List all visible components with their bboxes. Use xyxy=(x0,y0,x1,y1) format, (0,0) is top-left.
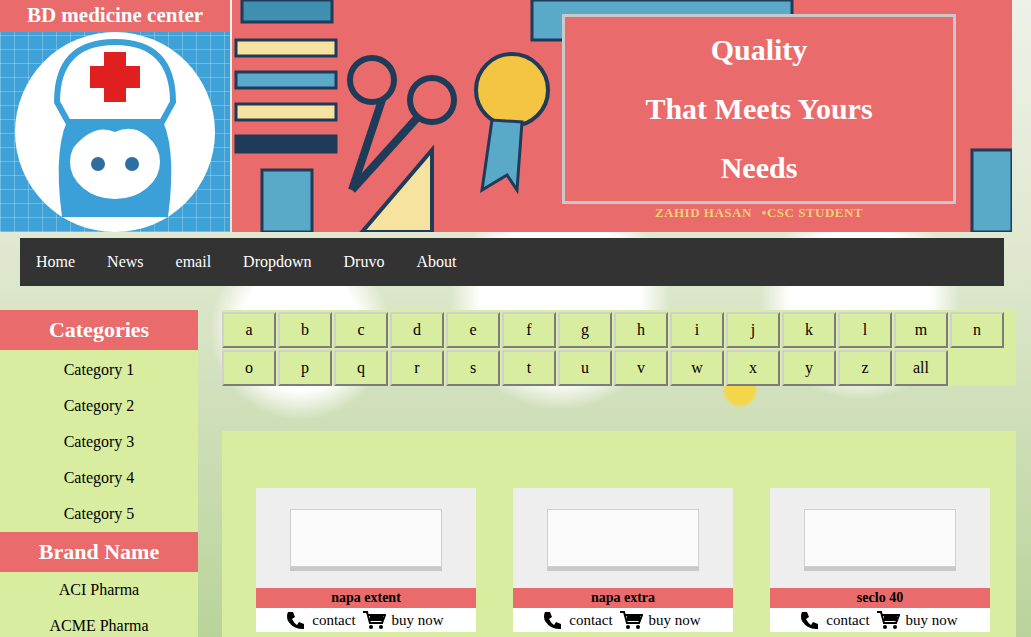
letter-button[interactable]: o xyxy=(222,350,276,386)
nav-bar: HomeNewsemailDropdownDruvoAbout xyxy=(20,238,1004,286)
categories-header: Categories xyxy=(0,310,198,350)
product-photo xyxy=(770,488,990,588)
letter-button[interactable]: f xyxy=(502,312,556,348)
product-name[interactable]: seclo 40 xyxy=(770,588,990,608)
product-name[interactable]: napa extent xyxy=(256,588,476,608)
category-item[interactable]: Category 2 xyxy=(0,388,198,424)
cart-icon xyxy=(876,610,900,630)
letter-button[interactable]: z xyxy=(838,350,892,386)
buy-link[interactable]: buy now xyxy=(392,612,444,629)
letter-button[interactable]: e xyxy=(446,312,500,348)
product-grid: napa extentcontactbuy nownapa extraconta… xyxy=(222,431,1016,637)
logo[interactable]: BD medicine center xyxy=(0,0,230,232)
letter-button[interactable]: l xyxy=(838,312,892,348)
author: ZAHID HASAN xyxy=(655,205,752,220)
product-name[interactable]: napa extra xyxy=(513,588,733,608)
letter-button[interactable]: w xyxy=(670,350,724,386)
phone-icon xyxy=(798,610,820,630)
cart-icon xyxy=(619,610,643,630)
product-box xyxy=(804,509,956,567)
nav-link[interactable]: email xyxy=(160,238,228,286)
letter-filter: abcdefghijklmn opqrstuvwxyzall xyxy=(222,310,1016,386)
product-photo xyxy=(513,488,733,588)
sidebar: CategoriesCategory 1Category 2Category 3… xyxy=(0,310,198,637)
letter-button[interactable]: d xyxy=(390,312,444,348)
brand-item[interactable]: ACME Pharma xyxy=(0,608,198,637)
product-actions: contact buy now xyxy=(256,608,476,632)
byline: ZAHID HASAN •CSC STUDENT xyxy=(562,205,956,221)
category-item[interactable]: Category 1 xyxy=(0,352,198,388)
nav-link[interactable]: Druvo xyxy=(328,238,401,286)
banner: Quality That Meets Yours Needs ZAHID HASAN •… xyxy=(232,0,1012,232)
letter-button[interactable]: a xyxy=(222,312,276,348)
phone-icon xyxy=(541,610,563,630)
letter-button[interactable]: s xyxy=(446,350,500,386)
product-card: seclo 40 contact buy now xyxy=(770,488,990,637)
nav-link[interactable]: Home xyxy=(20,238,91,286)
brand-header: Brand Name xyxy=(0,532,198,572)
letter-button[interactable]: p xyxy=(278,350,332,386)
product-card: napa extra contact buy now xyxy=(513,488,733,637)
letter-button[interactable]: m xyxy=(894,312,948,348)
slogan-box: Quality That Meets Yours Needs xyxy=(562,14,956,204)
contact-link[interactable]: contact xyxy=(826,612,869,629)
product-card: napa extent contact buy now xyxy=(256,488,476,637)
letter-button[interactable]: b xyxy=(278,312,332,348)
letter-button[interactable]: v xyxy=(614,350,668,386)
letter-button[interactable]: u xyxy=(558,350,612,386)
product-actions: contact buy now xyxy=(770,608,990,632)
slogan-line: Quality xyxy=(711,33,808,67)
category-item[interactable]: Category 3 xyxy=(0,424,198,460)
role: •CSC STUDENT xyxy=(762,205,863,220)
category-item[interactable]: Category 5 xyxy=(0,496,198,532)
buy-link[interactable]: buy now xyxy=(906,612,958,629)
cart-icon xyxy=(362,610,386,630)
slogan-line: That Meets Yours xyxy=(645,92,872,126)
letter-button[interactable]: x xyxy=(726,350,780,386)
nav-link[interactable]: About xyxy=(400,238,472,286)
category-item[interactable]: Category 4 xyxy=(0,460,198,496)
contact-link[interactable]: contact xyxy=(569,612,612,629)
content: abcdefghijklmn opqrstuvwxyzall napa extent… xyxy=(222,310,1016,637)
letter-button[interactable]: j xyxy=(726,312,780,348)
letter-button[interactable]: all xyxy=(894,350,948,386)
brand-list: ACI PharmaACME Pharma xyxy=(0,572,198,637)
brand-item[interactable]: ACI Pharma xyxy=(0,572,198,608)
category-list: Category 1Category 2Category 3Category 4… xyxy=(0,350,198,532)
phone-icon xyxy=(284,610,306,630)
main: CategoriesCategory 1Category 2Category 3… xyxy=(0,310,1031,637)
letter-button[interactable]: q xyxy=(334,350,388,386)
letter-button[interactable]: y xyxy=(782,350,836,386)
product-actions: contact buy now xyxy=(513,608,733,632)
nav-link[interactable]: News xyxy=(91,238,159,286)
buy-link[interactable]: buy now xyxy=(649,612,701,629)
slogan-line: Needs xyxy=(721,151,798,185)
logo-title: BD medicine center xyxy=(0,0,230,32)
letter-button[interactable]: g xyxy=(558,312,612,348)
logo-picture xyxy=(0,32,230,232)
letter-button[interactable]: k xyxy=(782,312,836,348)
product-box xyxy=(547,509,699,567)
nurse-icon xyxy=(12,32,218,232)
letter-button[interactable]: c xyxy=(334,312,388,348)
product-photo xyxy=(256,488,476,588)
product-box xyxy=(290,509,442,567)
letter-button[interactable]: i xyxy=(670,312,724,348)
contact-link[interactable]: contact xyxy=(312,612,355,629)
header: BD medicine center Quality That Meets Your… xyxy=(0,0,1031,232)
letter-button[interactable]: t xyxy=(502,350,556,386)
nav-link[interactable]: Dropdown xyxy=(227,238,327,286)
letter-button[interactable]: r xyxy=(390,350,444,386)
letter-button[interactable]: h xyxy=(614,312,668,348)
letter-button[interactable]: n xyxy=(950,312,1004,348)
